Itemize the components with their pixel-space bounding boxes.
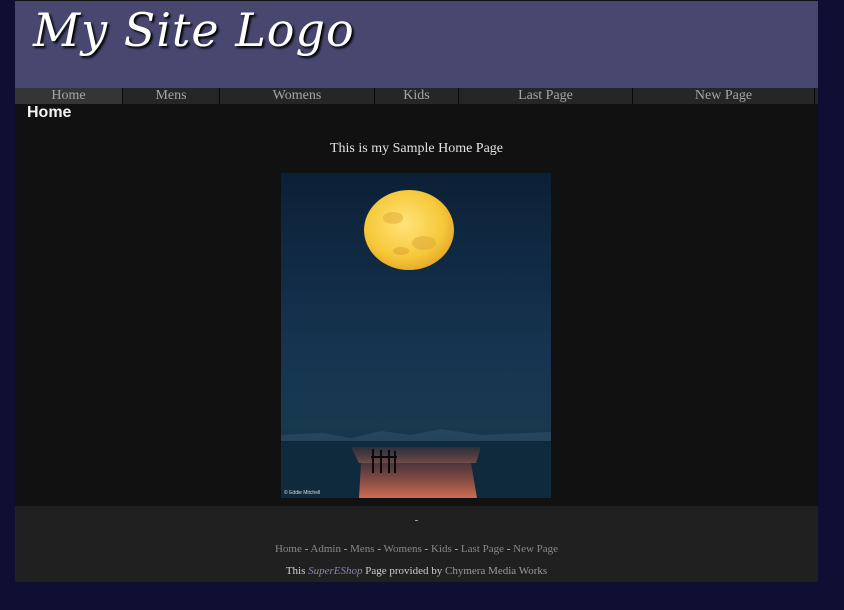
nav-item-kids[interactable]: Kids <box>375 88 459 104</box>
footer-link-home[interactable]: Home <box>275 543 302 555</box>
footer-separator: - <box>421 543 431 555</box>
intro-text: This is my Sample Home Page <box>329 141 504 156</box>
footer-separator: - <box>374 543 384 555</box>
footer-link-mens[interactable]: Mens <box>350 543 374 555</box>
footer-separator: - <box>451 543 461 555</box>
footer-separator: - <box>503 543 514 555</box>
main-nav: Home Mens Womens Kids Last Page New Page <box>15 88 818 104</box>
footer-separator: - <box>340 543 351 555</box>
photo-credit: © Eddie Mitchell <box>284 490 321 496</box>
footer-link-new-page[interactable]: New Page <box>513 543 558 555</box>
company-link[interactable]: Chymera Media Works <box>445 565 547 577</box>
site-footer: - Home - Admin - Mens - Womens - Kids - … <box>15 506 818 582</box>
nav-item-last-page[interactable]: Last Page <box>459 88 633 104</box>
footer-link-kids[interactable]: Kids <box>431 543 452 555</box>
footer-credit: This SuperEShop Page provided by Chymera… <box>15 565 818 577</box>
nav-item-womens[interactable]: Womens <box>220 88 375 104</box>
site-logo[interactable]: My Site Logo <box>33 3 355 57</box>
footer-link-womens[interactable]: Womens <box>384 543 422 555</box>
moon-photo-art <box>281 173 551 498</box>
footer-dash: - <box>414 514 419 526</box>
nav-item-home[interactable]: Home <box>15 88 123 104</box>
credit-middle: Page provided by <box>365 565 443 577</box>
page-title: Home <box>27 104 72 121</box>
credit-prefix: This <box>285 565 306 577</box>
footer-link-last-page[interactable]: Last Page <box>461 543 504 555</box>
footer-links: Home - Admin - Mens - Womens - Kids - La… <box>15 543 818 555</box>
page-container: My Site Logo Home Mens Womens Kids Last … <box>15 0 818 582</box>
moon-photo: © Eddie Mitchell <box>281 173 551 498</box>
site-header: My Site Logo <box>15 1 818 88</box>
footer-link-admin[interactable]: Admin <box>310 543 341 555</box>
nav-item-new-page[interactable]: New Page <box>633 88 815 104</box>
brand-name: SuperEShop <box>308 565 363 577</box>
nav-item-mens[interactable]: Mens <box>123 88 220 104</box>
